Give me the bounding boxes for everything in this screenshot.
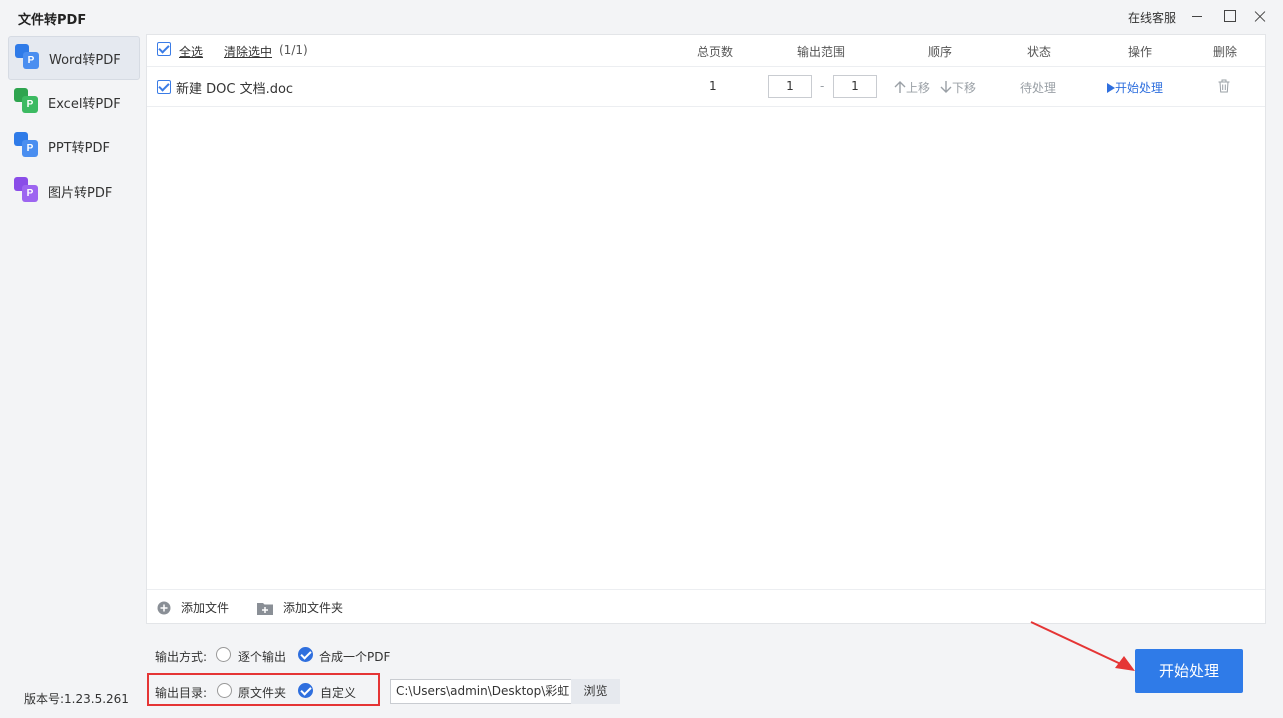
sidebar-item-label: Excel转PDF xyxy=(48,96,121,112)
ppt-file-icon: P xyxy=(14,132,40,160)
move-down-label: 下移 xyxy=(952,81,977,95)
clear-selection-link[interactable]: 清除选中 xyxy=(224,43,272,60)
title-bar: 文件转PDF 在线客服 xyxy=(0,0,1283,34)
table-row[interactable]: 新建 DOC 文档.doc 1 1 - 1 上移 下移 待处理 开始处理 xyxy=(147,67,1265,107)
dir-custom-label[interactable]: 自定义 xyxy=(320,684,356,701)
trash-icon[interactable] xyxy=(1218,79,1230,93)
column-header-range: 输出范围 xyxy=(796,45,845,59)
column-header-action: 操作 xyxy=(1127,45,1152,59)
image-file-icon: P xyxy=(14,177,40,205)
status-text: 待处理 xyxy=(1020,81,1057,95)
sidebar: P Word转PDF P Excel转PDF P PPT转PDF P 图片转PD… xyxy=(0,34,146,684)
sidebar-item-label: 图片转PDF xyxy=(48,185,113,201)
column-header-pages: 总页数 xyxy=(696,45,733,59)
close-icon[interactable] xyxy=(1249,6,1271,26)
arrow-up-icon xyxy=(894,81,906,93)
output-mode-label: 输出方式: xyxy=(155,650,208,664)
column-header-order: 顺序 xyxy=(927,45,952,59)
output-path-input[interactable]: C:\Users\admin\Desktop\彩虹 xyxy=(390,679,572,704)
page-count: 1 xyxy=(709,79,717,93)
add-file-label: 添加文件 xyxy=(181,601,230,615)
output-each-label[interactable]: 逐个输出 xyxy=(238,648,286,665)
excel-file-icon: P xyxy=(14,88,40,116)
arrow-down-icon xyxy=(940,81,952,93)
range-separator: - xyxy=(820,79,825,93)
file-name: 新建 DOC 文档.doc xyxy=(176,82,294,97)
column-header-status: 状态 xyxy=(1026,45,1051,59)
add-folder-button[interactable]: 添加文件夹 xyxy=(257,599,343,616)
version-label: 版本号:1.23.5.261 xyxy=(24,692,129,706)
select-all-checkbox[interactable] xyxy=(157,42,171,56)
add-folder-label: 添加文件夹 xyxy=(283,601,344,615)
start-processing-button[interactable]: 开始处理 xyxy=(1135,649,1243,693)
app-title: 文件转PDF xyxy=(18,13,87,28)
file-list-panel: 全选 清除选中 (1/1) 总页数 输出范围 顺序 状态 操作 删除 新建 DO… xyxy=(146,34,1266,624)
range-from-input[interactable]: 1 xyxy=(768,75,812,98)
move-up-label: 上移 xyxy=(906,81,931,95)
maximize-icon[interactable] xyxy=(1218,6,1240,26)
selection-count: (1/1) xyxy=(279,43,308,57)
output-merge-label[interactable]: 合成一个PDF xyxy=(319,648,390,665)
row-checkbox[interactable] xyxy=(157,80,171,94)
sidebar-item-label: PPT转PDF xyxy=(48,140,110,156)
plus-circle-icon xyxy=(157,601,171,614)
table-header: 全选 清除选中 (1/1) 总页数 输出范围 顺序 状态 操作 删除 xyxy=(147,35,1265,67)
add-folder-icon xyxy=(257,602,273,615)
start-row-label: 开始处理 xyxy=(1115,81,1164,95)
range-to-input[interactable]: 1 xyxy=(833,75,877,98)
output-each-radio[interactable] xyxy=(216,647,231,662)
sidebar-item-image-to-pdf[interactable]: P 图片转PDF xyxy=(8,169,140,213)
minimize-icon[interactable] xyxy=(1186,6,1208,26)
sidebar-item-ppt-to-pdf[interactable]: P PPT转PDF xyxy=(8,124,140,168)
output-merge-radio[interactable] xyxy=(298,647,313,662)
move-down-button[interactable]: 下移 xyxy=(940,79,976,96)
start-row-button[interactable]: 开始处理 xyxy=(1106,79,1163,96)
dir-original-radio[interactable] xyxy=(217,683,232,698)
select-all-link[interactable]: 全选 xyxy=(179,43,203,60)
word-file-icon: P xyxy=(15,44,41,72)
play-icon xyxy=(1107,82,1115,93)
browse-button[interactable]: 浏览 xyxy=(571,679,620,704)
dir-custom-radio[interactable] xyxy=(298,683,313,698)
sidebar-item-label: Word转PDF xyxy=(49,52,121,68)
move-up-button[interactable]: 上移 xyxy=(894,79,930,96)
sidebar-item-word-to-pdf[interactable]: P Word转PDF xyxy=(8,36,140,80)
sidebar-item-excel-to-pdf[interactable]: P Excel转PDF xyxy=(8,80,140,124)
dir-original-label[interactable]: 原文件夹 xyxy=(238,684,286,701)
add-file-button[interactable]: 添加文件 xyxy=(157,599,229,616)
output-dir-label: 输出目录: xyxy=(155,686,208,700)
annotation-arrow-icon xyxy=(1030,621,1135,671)
column-header-delete: 删除 xyxy=(1212,45,1237,59)
online-support-link[interactable]: 在线客服 xyxy=(1128,9,1176,26)
